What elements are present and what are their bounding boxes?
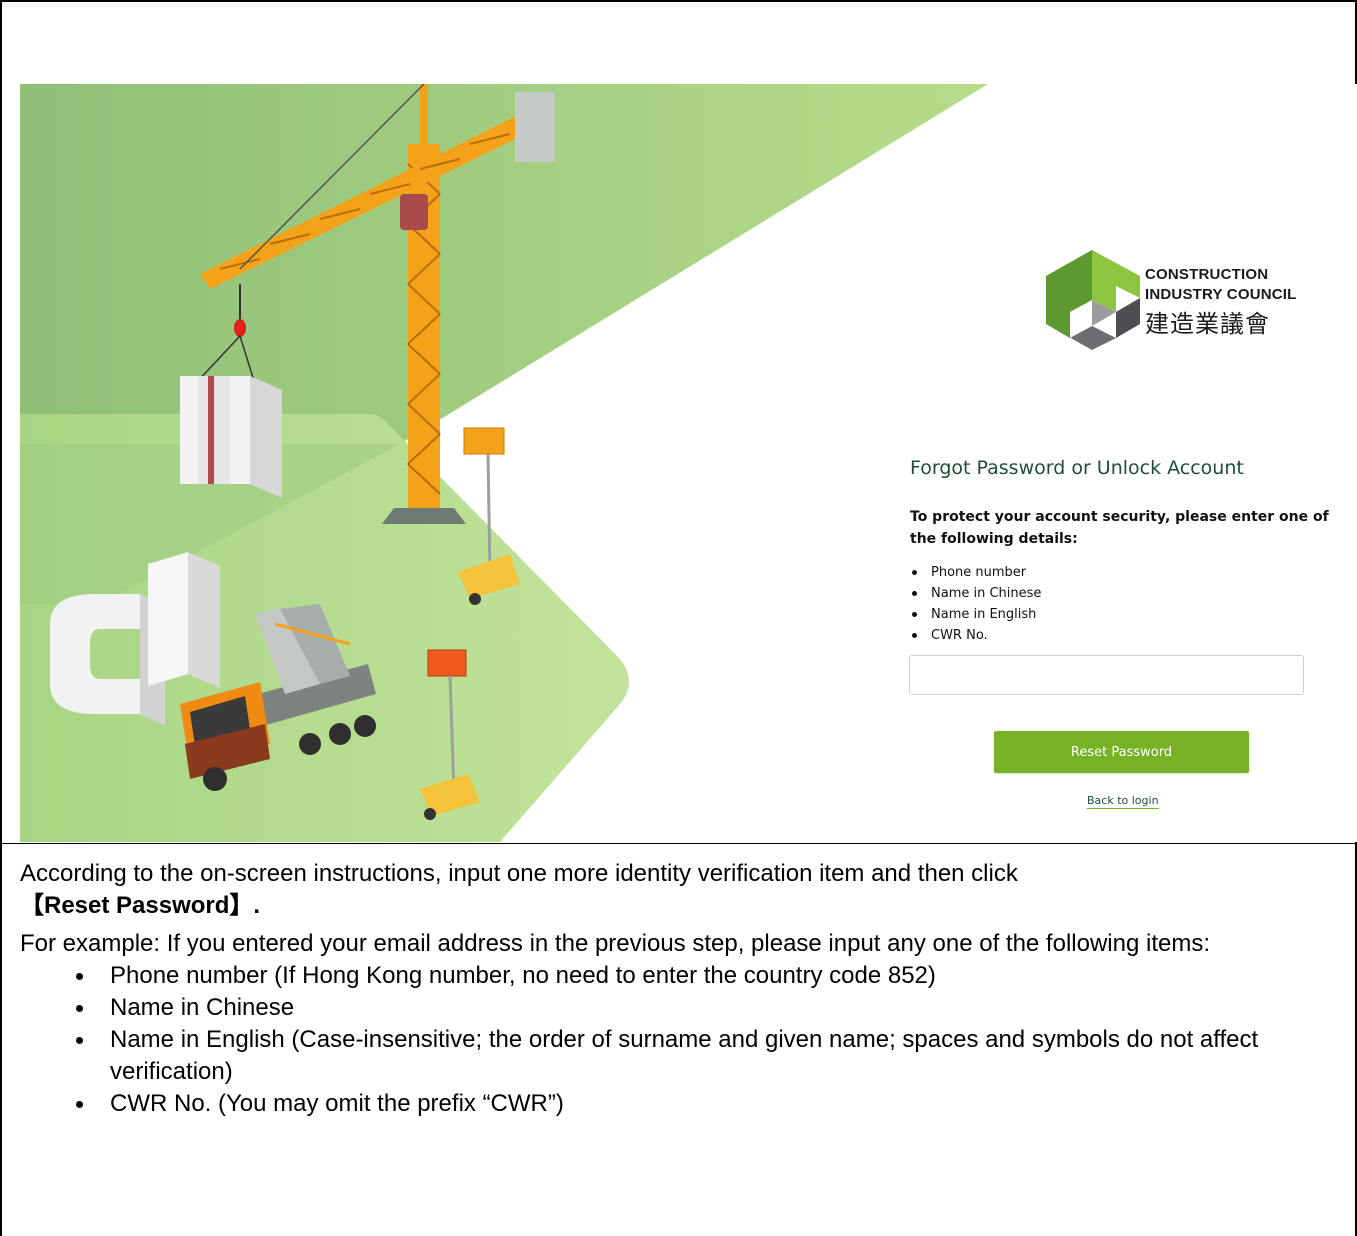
form-intro: To protect your account security, please… <box>910 509 1329 547</box>
cic-logo-mark <box>1046 250 1140 350</box>
section-divider <box>0 843 1357 844</box>
form-option: Phone number <box>910 562 1041 583</box>
logo-name-en-line1: CONSTRUCTION <box>1145 266 1269 283</box>
cic-logo: CONSTRUCTION INDUSTRY COUNCIL 建造業議會 <box>1046 250 1346 360</box>
instruction-line1: According to the on-screen instructions,… <box>20 858 1340 922</box>
instruction-item: Name in English (Case-insensitive; the o… <box>20 1024 1340 1088</box>
logo-name-zh: 建造業議會 <box>1145 310 1270 338</box>
instruction-item: Name in Chinese <box>20 992 1340 1024</box>
form-option: CWR No. <box>910 625 1041 646</box>
form-option: Name in Chinese <box>910 583 1041 604</box>
instruction-item: CWR No. (You may omit the prefix “CWR”) <box>20 1088 1340 1120</box>
letter-i <box>148 552 220 688</box>
verification-input[interactable] <box>909 655 1304 695</box>
form-title: Forgot Password or Unlock Account <box>910 457 1244 479</box>
instruction-line1-text: According to the on-screen instructions,… <box>20 860 1018 887</box>
screenshot-panel: CONSTRUCTION INDUSTRY COUNCIL 建造業議會 Forg… <box>20 84 1357 842</box>
logo-name-en-line2: INDUSTRY COUNCIL <box>1145 286 1297 303</box>
instruction-button-ref: 【Reset Password】. <box>20 892 261 919</box>
instruction-items: Phone number (If Hong Kong number, no ne… <box>20 960 1340 1120</box>
instruction-line2: For example: If you entered your email a… <box>20 930 1210 957</box>
form-options-list: Phone number Name in Chinese Name in Eng… <box>910 562 1041 646</box>
instruction-item: Phone number (If Hong Kong number, no ne… <box>20 960 1340 992</box>
instructions: According to the on-screen instructions,… <box>20 858 1340 1120</box>
form-option: Name in English <box>910 604 1041 625</box>
reset-password-button[interactable]: Reset Password <box>994 731 1249 773</box>
back-to-login-link[interactable]: Back to login <box>1087 794 1159 809</box>
hanging-block <box>180 376 282 498</box>
